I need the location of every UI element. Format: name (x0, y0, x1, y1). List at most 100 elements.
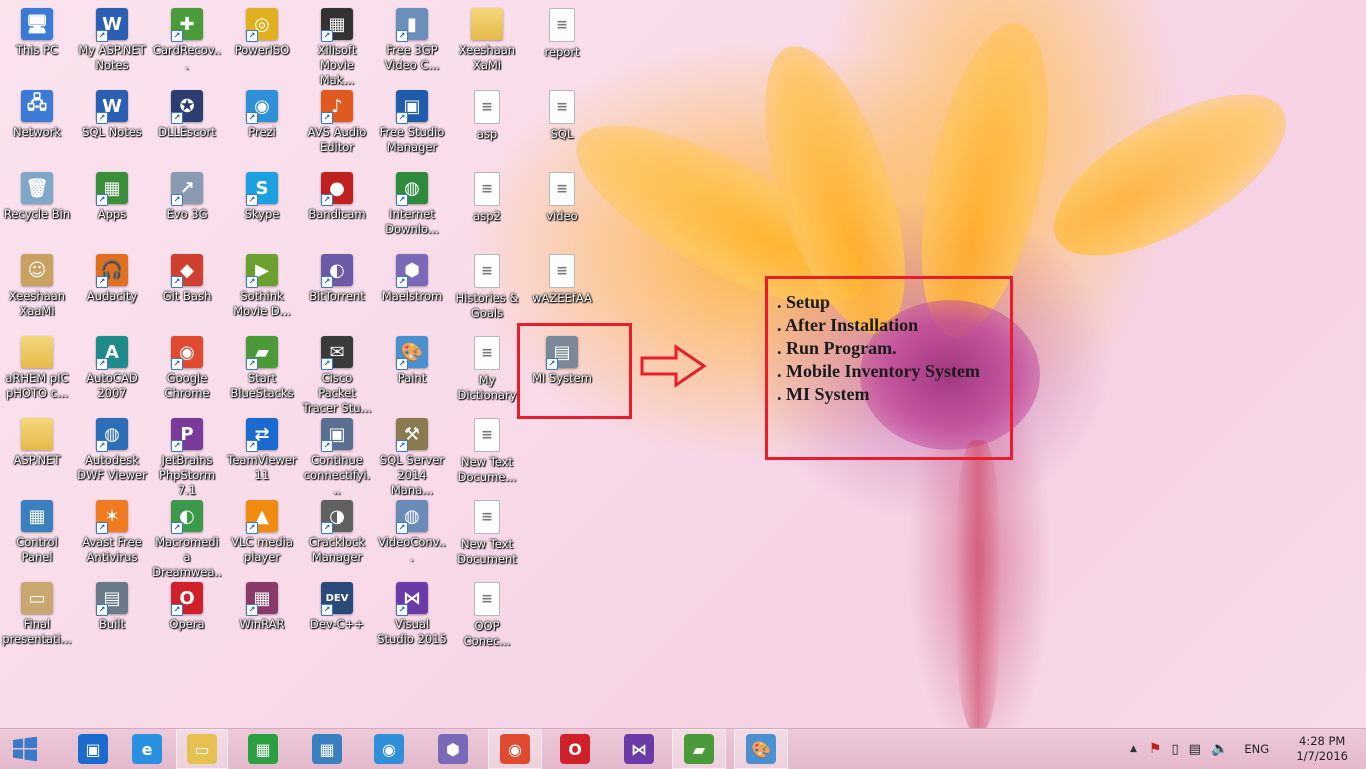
text-document-icon: ≡ (474, 582, 500, 616)
desktop-icon-label: Autodesk DWF Viewer (77, 453, 147, 482)
desktop-icon[interactable]: ◐↗Macromedia Dreamwea... (152, 500, 222, 594)
taskbar-button[interactable]: ▰ (672, 729, 726, 769)
language-indicator[interactable]: ENG (1244, 742, 1269, 756)
taskbar-button[interactable]: ⬢ (426, 729, 480, 769)
annotation-box: . Setup . After Installation . Run Progr… (765, 276, 1013, 460)
desktop-icon[interactable]: ▦ ↗ Xilisoft Movie Mak... (302, 8, 372, 88)
desktop-icon[interactable]: ▦ Control Panel (2, 500, 72, 580)
desktop-icon[interactable]: ▣ ↗ Free Studio Manager (377, 90, 447, 170)
desktop-icon[interactable]: ◍ ↗ Internet Downlo... (377, 172, 447, 252)
action-center-flag-icon[interactable]: ⚑ (1149, 741, 1162, 757)
desktop-icon[interactable]: ≡ New Text Docume... (452, 418, 522, 498)
application-icon: O ↗ (171, 582, 203, 616)
shortcut-arrow-icon: ↗ (396, 604, 408, 616)
taskbar-button[interactable]: O (548, 729, 602, 769)
desktop-icon-label: Xeeshaan XaaMi (8, 289, 66, 318)
desktop-icon[interactable]: ✪ ↗ DLLEscort (152, 90, 222, 170)
desktop-icon[interactable]: ☺ Xeeshaan XaaMi (2, 254, 72, 334)
desktop-icon[interactable]: ▭ Final presentati... (2, 582, 72, 662)
internet-explorer-icon: e (132, 734, 162, 764)
desktop-icon[interactable]: ⚒ ↗ SQL Server 2014 Mana... (377, 418, 447, 498)
desktop-icon[interactable]: ≡ report (527, 8, 597, 88)
show-hidden-icons-button[interactable]: ▲ (1130, 744, 1137, 754)
desktop-icon[interactable]: ≡ Histories & Goals (452, 254, 522, 334)
desktop-icon[interactable]: DEV ↗ Dev-C++ (302, 582, 372, 662)
desktop-icon[interactable]: ≡ My Dictionary (452, 336, 522, 416)
desktop-icon[interactable]: ▶ ↗ Sothink Movie D... (227, 254, 297, 334)
text-document-icon: ≡ (549, 254, 575, 288)
taskbar-button[interactable]: ▭ (176, 729, 228, 769)
desktop-icon[interactable]: ⇄ ↗ TeamViewer 11 (227, 418, 297, 498)
taskbar-button[interactable]: ⋈ (612, 729, 666, 769)
taskbar-button[interactable]: ▣ (66, 729, 120, 769)
taskbar-button[interactable]: ◉ (488, 729, 542, 769)
desktop-icon-label: Prezi (248, 125, 276, 139)
annotation-line: . Mobile Inventory System (777, 361, 980, 381)
desktop-icon[interactable]: ✶ ↗ Avast Free Antivirus (77, 500, 147, 580)
desktop-icon[interactable]: P ↗ JetBrains PhpStorm 7.1 (152, 418, 222, 498)
desktop-icon-label: SQL Notes (82, 125, 142, 139)
desktop-icon[interactable]: ≡ New Text Document (452, 500, 522, 580)
desktop-icon[interactable]: 🗑 Recycle Bin (2, 172, 72, 252)
desktop-icon[interactable]: ▲ ↗ VLC media player (227, 500, 297, 580)
taskbar-button[interactable]: e (120, 729, 174, 769)
desktop-icon[interactable]: ◑ ↗ Cracklock Manager (302, 500, 372, 580)
desktop-icon[interactable]: ≡ OOP Conec... (452, 582, 522, 662)
taskbar-button[interactable]: ▦ (300, 729, 354, 769)
desktop-icon-label: My ASP.NET Notes (78, 43, 146, 72)
volume-icon[interactable]: 🔈 (1211, 741, 1228, 757)
desktop-icon[interactable]: ≡ video (527, 172, 597, 252)
desktop-icon[interactable]: ▣ ↗ Continue connectifyi... (302, 418, 372, 498)
desktop-icon[interactable]: ASP.NET (2, 418, 72, 498)
start-button[interactable] (0, 729, 50, 769)
desktop-icon[interactable]: ◎ ↗ PowerISO (227, 8, 297, 88)
desktop-icon[interactable]: 🖧 Network (2, 90, 72, 170)
desktop-icon[interactable]: S ↗ Skype (227, 172, 297, 252)
desktop-icon[interactable]: W ↗ My ASP.NET Notes (77, 8, 147, 88)
taskbar-button[interactable]: ◉ (362, 729, 416, 769)
desktop-icon[interactable]: 🎨 ↗ Paint (377, 336, 447, 416)
desktop-icon-label: Evo 3G (166, 207, 208, 221)
desktop-icon[interactable]: ≡ asp (452, 90, 522, 170)
desktop-icon[interactable]: A ↗ AutoCAD 2007 (77, 336, 147, 416)
desktop-icon[interactable]: ⋈ ↗ Visual Studio 2015 (377, 582, 447, 662)
desktop-icon[interactable]: ▤ ↗ Built (77, 582, 147, 662)
desktop-icon[interactable]: ✉ ↗ Cisco Packet Tracer Stu... (302, 336, 372, 416)
desktop-icon[interactable]: O ↗ Opera (152, 582, 222, 662)
desktop-icon[interactable]: Xeeshaan XaMi (452, 8, 522, 88)
desktop-icon[interactable]: ≡ wAZEEfAA (527, 254, 597, 334)
desktop-icon[interactable]: ≡ SQL (527, 90, 597, 170)
desktop-icon[interactable]: ✚ ↗ CardRecov... (152, 8, 222, 88)
desktop-icon[interactable]: 🎧 ↗ Audacity (77, 254, 147, 334)
network-icon[interactable]: ▤ (1189, 742, 1201, 757)
desktop-icon[interactable]: ◐ ↗ BitTorrent (302, 254, 372, 334)
clock[interactable]: 4:28 PM 1/7/2016 (1296, 734, 1348, 764)
application-icon: ▣ ↗ (321, 418, 353, 452)
application-icon: ☺ (21, 254, 53, 286)
application-icon: ⚒ ↗ (396, 418, 428, 452)
desktop-icon[interactable]: ⬢ ↗ Maelstrom (377, 254, 447, 334)
taskbar-button[interactable]: 🎨 (734, 729, 788, 769)
desktop-icon[interactable]: ◍ ↗ Autodesk DWF Viewer (77, 418, 147, 498)
desktop[interactable]: 🖥 This PC W ↗ My ASP.NET Notes ✚ ↗ CardRecov...… (0, 0, 1366, 730)
desktop-icon[interactable]: ◆ ↗ Git Bash (152, 254, 222, 334)
desktop-icon[interactable]: ▰ ↗ Start BlueStacks (227, 336, 297, 416)
desktop-icon[interactable]: ◉ ↗ Prezi (227, 90, 297, 170)
desktop-icon-label: Control Panel (16, 535, 58, 564)
desktop-icon[interactable]: ▮ ↗ Free 3GP Video C... (377, 8, 447, 88)
desktop-icon[interactable]: ◉ ↗ Google Chrome (152, 336, 222, 416)
battery-icon[interactable]: ▯ (1171, 742, 1178, 757)
desktop-icon[interactable]: ◍ ↗ VideoConv... (377, 500, 447, 580)
desktop-icon[interactable]: ▦ ↗ WinRAR (227, 582, 297, 662)
desktop-icon-label: video (546, 209, 578, 223)
desktop-icon[interactable]: ≡ asp2 (452, 172, 522, 252)
taskbar-button[interactable]: ▦ (236, 729, 290, 769)
bluestacks-icon: ▰ (684, 734, 714, 764)
desktop-icon[interactable]: ▦ ↗ Apps (77, 172, 147, 252)
desktop-icon[interactable]: ↗ ↗ Evo 3G (152, 172, 222, 252)
desktop-icon[interactable]: ♪ ↗ AVS Audio Editor (302, 90, 372, 170)
desktop-icon[interactable]: aRHEM pIC pHOTO c... (2, 336, 72, 416)
desktop-icon[interactable]: 🖥 This PC (2, 8, 72, 88)
desktop-icon[interactable]: ● ↗ Bandicam (302, 172, 372, 252)
desktop-icon[interactable]: W ↗ SQL Notes (77, 90, 147, 170)
